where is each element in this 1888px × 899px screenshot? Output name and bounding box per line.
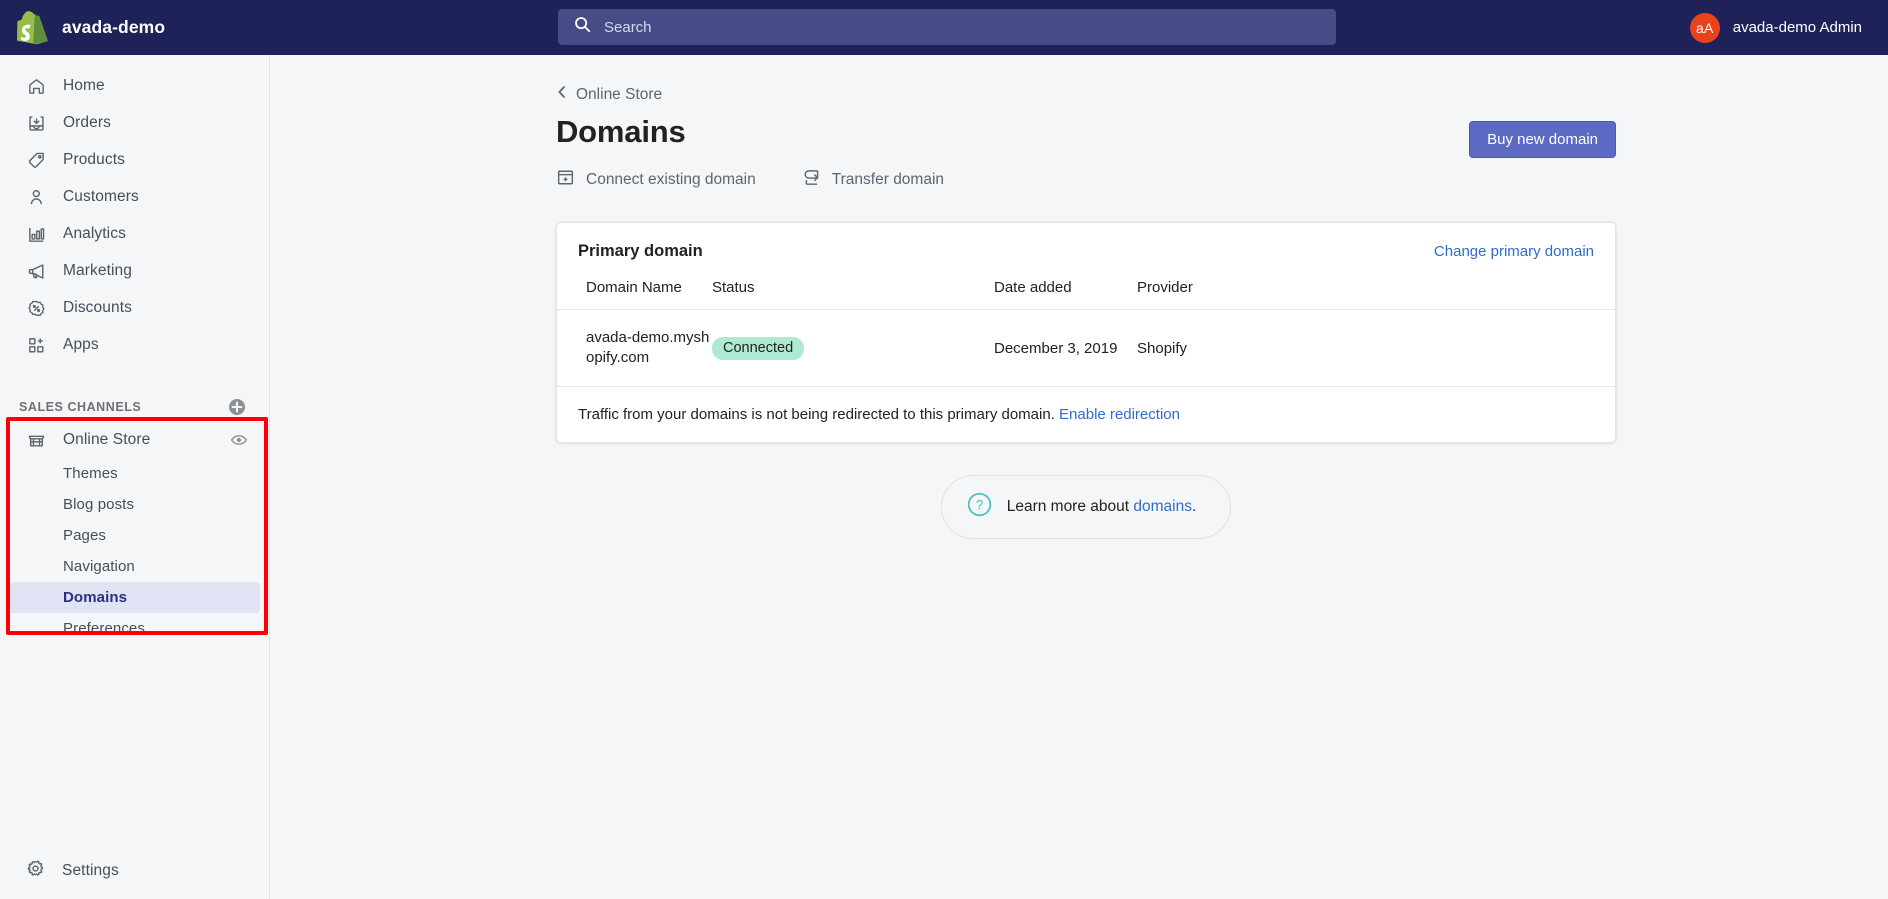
domain-name-text: avada-demo.myshopify.com xyxy=(586,328,712,368)
chevron-left-icon xyxy=(556,84,568,105)
domains-help-link[interactable]: domains xyxy=(1133,498,1192,515)
search-icon xyxy=(574,16,591,38)
redirection-notice: Traffic from your domains is not being r… xyxy=(557,386,1615,442)
sidebar-item-label: Customers xyxy=(63,188,139,206)
transfer-domain-icon xyxy=(802,168,821,192)
sidebar-main-nav: Home Orders Products xyxy=(0,55,269,363)
sidebar-item-label: Discounts xyxy=(63,299,132,317)
breadcrumb[interactable]: Online Store xyxy=(556,84,662,105)
account-name: avada-demo Admin xyxy=(1733,19,1862,36)
sidebar-item-preferences[interactable]: Preferences xyxy=(9,613,260,644)
cell-provider: Shopify xyxy=(1137,310,1615,387)
sidebar-item-label: Products xyxy=(63,151,125,169)
redirection-notice-text: Traffic from your domains is not being r… xyxy=(578,406,1055,423)
brand-home-link[interactable]: avada-demo xyxy=(0,0,270,55)
connect-existing-domain-action[interactable]: Connect existing domain xyxy=(556,168,756,192)
transfer-domain-action[interactable]: Transfer domain xyxy=(802,168,944,192)
home-icon xyxy=(26,76,46,96)
sidebar-item-label: Apps xyxy=(63,336,99,354)
gear-icon xyxy=(26,859,45,883)
help-text-after: . xyxy=(1192,498,1196,515)
sidebar-item-orders[interactable]: Orders xyxy=(9,105,260,141)
card-title: Primary domain xyxy=(578,242,703,261)
connect-domain-icon xyxy=(556,168,575,192)
status-badge: Connected xyxy=(712,337,804,360)
enable-redirection-link[interactable]: Enable redirection xyxy=(1059,406,1180,423)
avatar: aA xyxy=(1690,13,1720,43)
page-title: Domains xyxy=(556,111,686,153)
circle-plus-icon[interactable] xyxy=(227,397,247,417)
column-header-status: Status xyxy=(712,279,994,310)
sidebar-item-pages[interactable]: Pages xyxy=(9,520,260,551)
learn-more-pill[interactable]: ? Learn more about domains. xyxy=(941,475,1232,539)
sidebar-item-analytics[interactable]: Analytics xyxy=(9,216,260,252)
sales-channels-header: SALES CHANNELS xyxy=(0,394,269,420)
sidebar-item-label: Settings xyxy=(62,862,119,880)
page-header: Domains Buy new domain xyxy=(556,111,1616,158)
tag-icon xyxy=(26,150,46,170)
table-row[interactable]: avada-demo.myshopify.com Connected Decem… xyxy=(557,310,1615,387)
sidebar-item-label: Marketing xyxy=(63,262,132,280)
sidebar-item-label: Analytics xyxy=(63,225,126,243)
change-primary-domain-link[interactable]: Change primary domain xyxy=(1434,243,1594,260)
column-header-date-added: Date added xyxy=(994,279,1137,310)
domains-table: Domain Name Status Date added Provider a… xyxy=(557,279,1615,386)
table-header: Domain Name Status Date added Provider xyxy=(557,279,1615,310)
svg-text:?: ? xyxy=(975,498,983,513)
apps-grid-plus-icon xyxy=(26,335,46,355)
breadcrumb-label: Online Store xyxy=(576,86,662,104)
sidebar-item-marketing[interactable]: Marketing xyxy=(9,253,260,289)
column-header-domain-name: Domain Name xyxy=(557,279,712,310)
cell-domain-name: avada-demo.myshopify.com xyxy=(557,310,712,387)
sidebar-item-online-store[interactable]: Online Store xyxy=(9,422,260,458)
cell-status: Connected xyxy=(712,310,994,387)
store-name: avada-demo xyxy=(62,17,165,38)
discount-badge-icon xyxy=(26,298,46,318)
help-text: Learn more about domains. xyxy=(1007,498,1197,516)
question-circle-icon: ? xyxy=(966,491,993,523)
sidebar-item-home[interactable]: Home xyxy=(9,68,260,104)
sidebar-item-navigation[interactable]: Navigation xyxy=(9,551,260,582)
action-label: Connect existing domain xyxy=(586,171,756,189)
sidebar-item-label: Online Store xyxy=(63,431,213,449)
action-label: Transfer domain xyxy=(832,171,944,189)
search-input[interactable]: Search xyxy=(558,9,1336,45)
sidebar: Home Orders Products xyxy=(0,55,270,899)
sidebar-item-discounts[interactable]: Discounts xyxy=(9,290,260,326)
sidebar-item-label: Home xyxy=(63,77,105,95)
column-header-provider: Provider xyxy=(1137,279,1615,310)
cell-date-added: December 3, 2019 xyxy=(994,310,1137,387)
orders-inbox-icon xyxy=(26,113,46,133)
secondary-actions: Connect existing domain Transfer domain xyxy=(556,168,1616,192)
sidebar-item-apps[interactable]: Apps xyxy=(9,327,260,363)
megaphone-icon xyxy=(26,261,46,281)
sales-channels-title: SALES CHANNELS xyxy=(19,400,141,414)
person-icon xyxy=(26,187,46,207)
shopify-bag-icon xyxy=(17,11,48,45)
account-menu[interactable]: aA avada-demo Admin xyxy=(1690,0,1862,55)
sidebar-item-customers[interactable]: Customers xyxy=(9,179,260,215)
help-section: ? Learn more about domains. xyxy=(556,475,1616,539)
eye-icon[interactable] xyxy=(230,431,248,449)
sidebar-item-blog-posts[interactable]: Blog posts xyxy=(9,489,260,520)
help-text-before: Learn more about xyxy=(1007,498,1134,515)
top-bar: avada-demo Search aA avada-demo Admin xyxy=(0,0,1888,55)
main-content: Online Store Domains Buy new domain Conn… xyxy=(271,55,1888,899)
table-body: avada-demo.myshopify.com Connected Decem… xyxy=(557,310,1615,387)
bar-chart-icon xyxy=(26,224,46,244)
table-header-row: Domain Name Status Date added Provider xyxy=(557,279,1615,310)
buy-new-domain-button[interactable]: Buy new domain xyxy=(1469,121,1616,158)
sidebar-item-domains[interactable]: Domains xyxy=(9,582,260,613)
storefront-icon xyxy=(26,430,46,450)
sidebar-item-products[interactable]: Products xyxy=(9,142,260,178)
primary-domain-card: Primary domain Change primary domain Dom… xyxy=(556,222,1616,443)
sidebar-item-settings[interactable]: Settings xyxy=(9,852,260,890)
card-header: Primary domain Change primary domain xyxy=(557,223,1615,261)
search-placeholder: Search xyxy=(604,19,652,36)
sidebar-item-label: Orders xyxy=(63,114,111,132)
sidebar-item-themes[interactable]: Themes xyxy=(9,458,260,489)
